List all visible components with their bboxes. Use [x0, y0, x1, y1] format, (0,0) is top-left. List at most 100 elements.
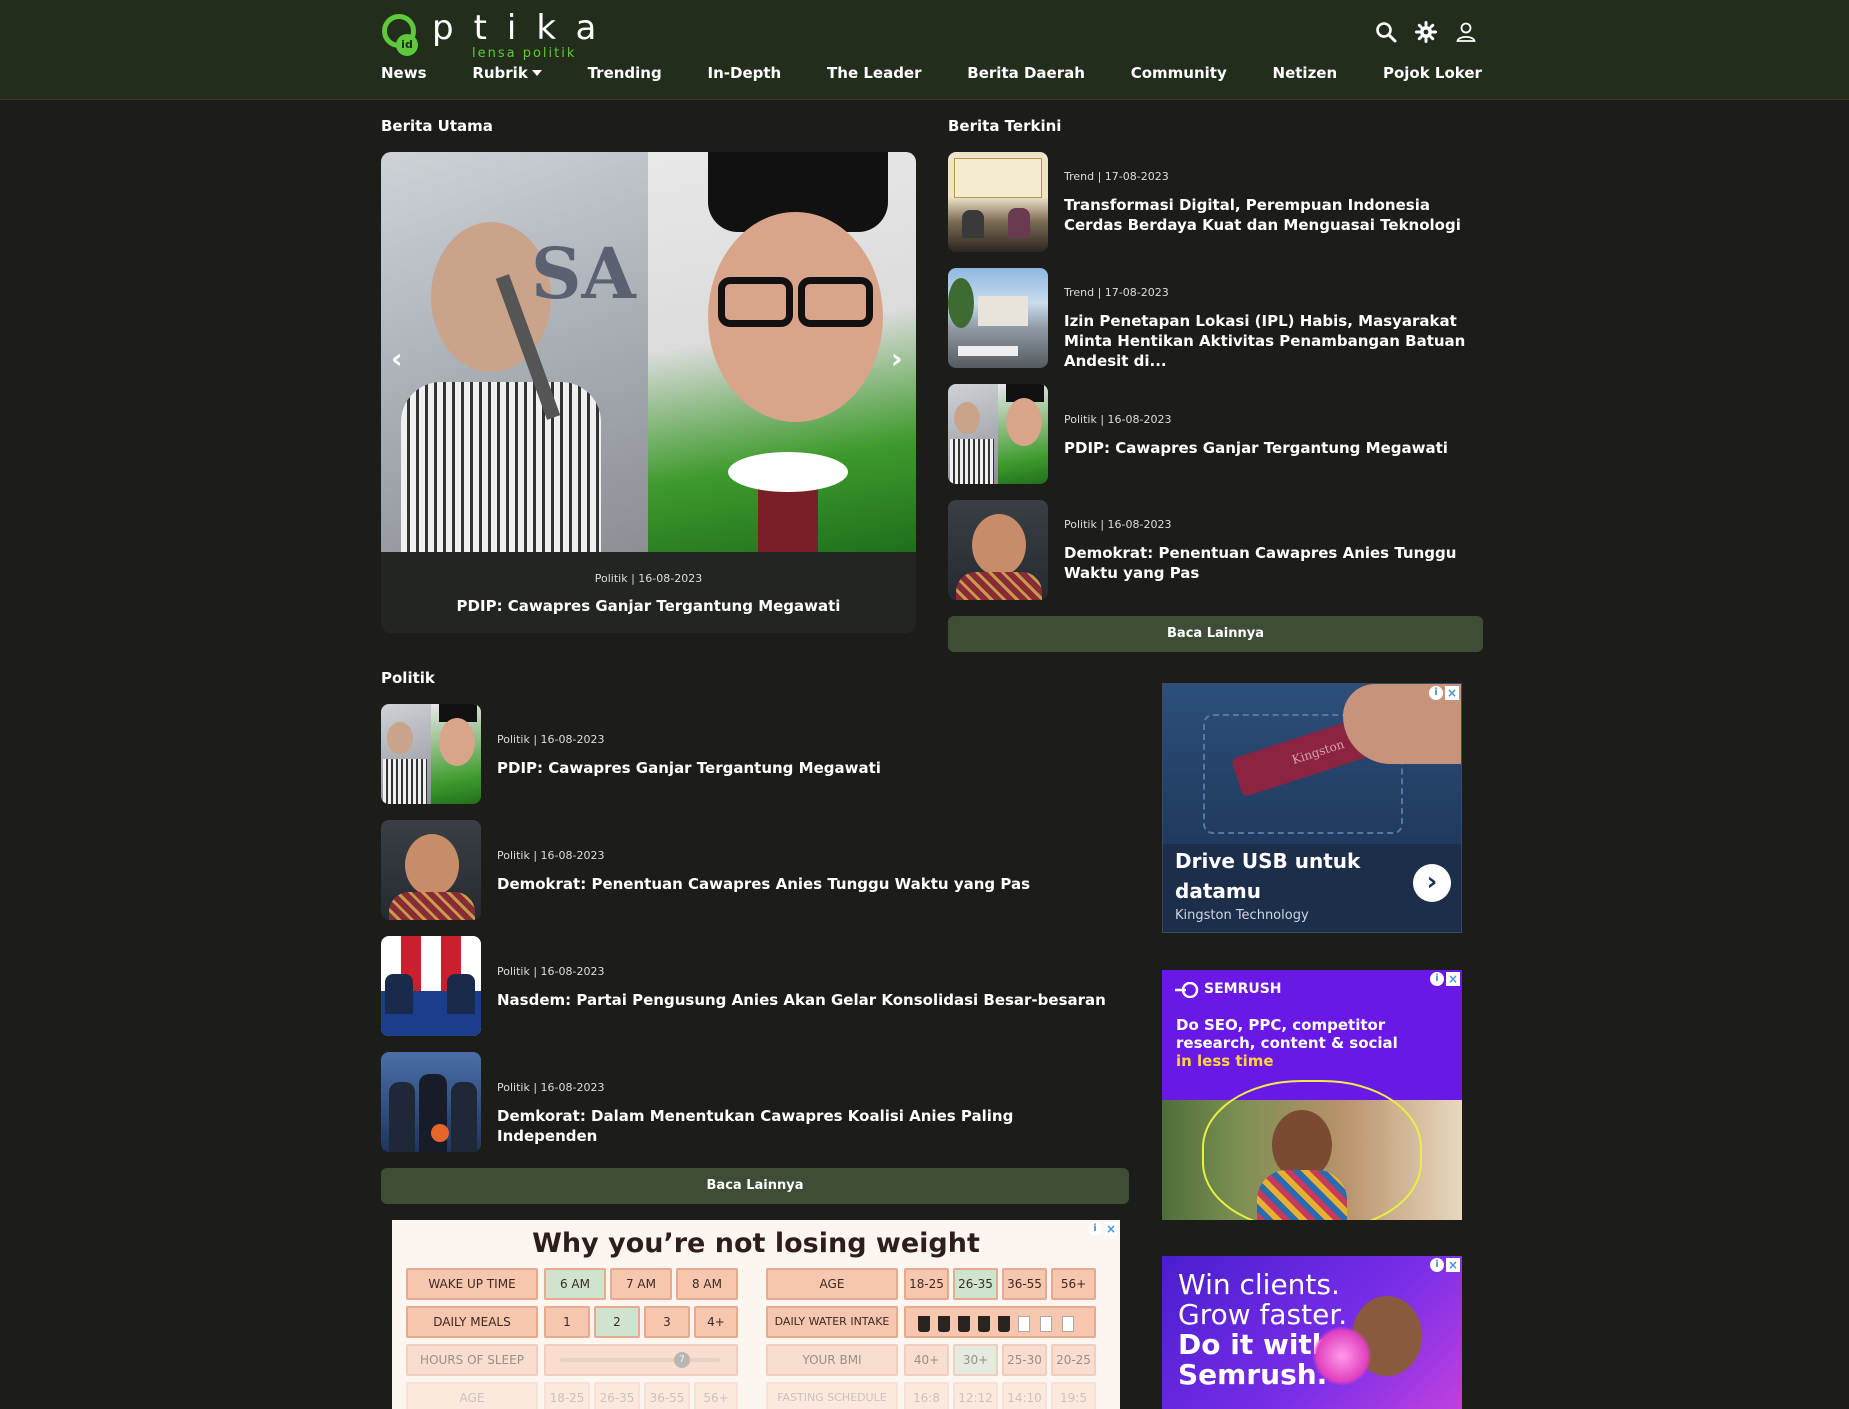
gear-icon[interactable]: [1414, 20, 1438, 44]
list-item[interactable]: Politik | 16-08-2023 Demkorat: Dalam Men…: [381, 1052, 1129, 1152]
politik-more-button[interactable]: Baca Lainnya: [381, 1168, 1129, 1204]
article-title[interactable]: Nasdem: Partai Pengusung Anies Akan Gela…: [497, 990, 1117, 1010]
option-age-left-4[interactable]: 56+: [694, 1382, 738, 1409]
nav-netizen[interactable]: Netizen: [1273, 64, 1338, 92]
ad-info-icon[interactable]: i: [1430, 1258, 1444, 1272]
article-thumbnail: [948, 384, 1048, 484]
kingston-ad[interactable]: Kingston i × Drive USB untuk datamu King…: [1162, 683, 1462, 933]
article-thumbnail: [948, 268, 1048, 368]
ad-info-icon[interactable]: i: [1430, 972, 1444, 986]
grid-label-age: AGE: [766, 1268, 898, 1300]
kingston-ad-image: Kingston: [1163, 684, 1461, 844]
semrush-ad-2[interactable]: i × Win clients. Grow faster. Do it with…: [1162, 1256, 1462, 1409]
semrush-ad-text: Do SEO, PPC, competitor research, conten…: [1176, 1016, 1398, 1052]
article-thumbnail: [381, 704, 481, 804]
article-thumbnail: [948, 500, 1048, 600]
ad-close-icon[interactable]: ×: [1446, 1258, 1460, 1272]
logo-word: ptika: [432, 8, 617, 48]
option-age-4[interactable]: 56+: [1051, 1268, 1096, 1300]
grid-label-daily-meals: DAILY MEALS: [406, 1306, 538, 1338]
ad-close-icon[interactable]: ×: [1445, 686, 1459, 700]
article-title[interactable]: PDIP: Cawapres Ganjar Tergantung Megawat…: [1064, 438, 1474, 458]
article-thumbnail: [948, 152, 1048, 252]
semrush-brand: SEMRUSH: [1204, 981, 1282, 997]
article-meta: Trend | 17-08-2023: [1064, 170, 1169, 183]
option-bmi-4[interactable]: 20-25: [1051, 1344, 1096, 1376]
option-fasting-2[interactable]: 12:12: [953, 1382, 998, 1409]
semrush-ad[interactable]: i × SEMRUSH Do SEO, PPC, competitor rese…: [1162, 970, 1462, 1220]
site-logo[interactable]: id ptika lensa politik: [380, 8, 600, 61]
sleep-slider-handle[interactable]: 7: [674, 1352, 690, 1368]
option-7am[interactable]: 7 AM: [610, 1268, 672, 1300]
option-age-1[interactable]: 18-25: [904, 1268, 949, 1300]
option-6am[interactable]: 6 AM: [544, 1268, 606, 1300]
semrush2-line-4: Semrush.: [1178, 1358, 1328, 1391]
article-title[interactable]: Izin Penetapan Lokasi (IPL) Habis, Masya…: [1064, 311, 1474, 371]
ad-info-icon[interactable]: i: [1429, 686, 1443, 700]
ad-controls: i ×: [1430, 1258, 1460, 1272]
article-title[interactable]: Demokrat: Penentuan Cawapres Anies Tungg…: [1064, 543, 1474, 583]
option-age-left-1[interactable]: 18-25: [544, 1382, 590, 1409]
semrush-logo-icon: [1175, 982, 1199, 998]
option-fasting-3[interactable]: 14:10: [1002, 1382, 1047, 1409]
semrush2-line-1: Win clients.: [1178, 1268, 1340, 1301]
article-title[interactable]: Demokrat: Penentuan Cawapres Anies Tungg…: [497, 874, 1117, 894]
list-item[interactable]: Politik | 16-08-2023 Nasdem: Partai Peng…: [381, 936, 1129, 1036]
grid-label-sleep: HOURS OF SLEEP: [406, 1344, 538, 1376]
nav-news[interactable]: News: [381, 64, 427, 92]
list-item[interactable]: Politik | 16-08-2023 PDIP: Cawapres Ganj…: [948, 384, 1483, 484]
article-meta: Politik | 16-08-2023: [497, 733, 605, 746]
list-item[interactable]: Politik | 16-08-2023 Demokrat: Penentuan…: [381, 820, 1129, 920]
berita-terkini-more-button[interactable]: Baca Lainnya: [948, 616, 1483, 652]
hero-article-card[interactable]: SA ‹ › Politik | 16-08-2023 PDIP: Cawapr…: [381, 152, 916, 633]
semrush-ad-photo: [1162, 1080, 1462, 1220]
option-bmi-2[interactable]: 30+: [953, 1344, 998, 1376]
search-icon[interactable]: [1374, 20, 1398, 44]
option-age-3[interactable]: 36-55: [1002, 1268, 1047, 1300]
berita-utama-heading: Berita Utama: [381, 117, 493, 135]
article-meta: Politik | 16-08-2023: [497, 849, 605, 862]
nav-community[interactable]: Community: [1131, 64, 1227, 92]
water-intake-cups[interactable]: [904, 1306, 1096, 1338]
ad-close-icon[interactable]: ×: [1446, 972, 1460, 986]
article-title[interactable]: Transformasi Digital, Perempuan Indonesi…: [1064, 195, 1474, 235]
grid-label-bmi: YOUR BMI: [766, 1344, 898, 1376]
grid-label-water: DAILY WATER INTAKE: [766, 1306, 898, 1338]
nav-pojok-loker[interactable]: Pojok Loker: [1383, 64, 1482, 92]
option-bmi-1[interactable]: 40+: [904, 1344, 949, 1376]
option-8am[interactable]: 8 AM: [676, 1268, 738, 1300]
nav-berita-daerah[interactable]: Berita Daerah: [967, 64, 1085, 92]
option-meals-1[interactable]: 1: [544, 1306, 590, 1338]
option-age-left-2[interactable]: 26-35: [594, 1382, 640, 1409]
option-meals-4plus[interactable]: 4+: [694, 1306, 738, 1338]
option-fasting-1[interactable]: 16:8: [904, 1382, 949, 1409]
hero-prev-arrow-icon[interactable]: ‹: [391, 342, 403, 375]
weight-ad[interactable]: i × Why you’re not losing weight WAKE UP…: [392, 1220, 1120, 1409]
nav-trending[interactable]: Trending: [588, 64, 662, 92]
kingston-ad-title: Drive USB untuk datamu: [1175, 849, 1361, 903]
weight-ad-title: Why you’re not losing weight: [532, 1228, 980, 1259]
article-meta: Politik | 16-08-2023: [1064, 413, 1172, 426]
user-icon[interactable]: [1454, 20, 1478, 44]
hero-next-arrow-icon[interactable]: ›: [891, 342, 903, 375]
article-thumbnail: [381, 936, 481, 1036]
option-meals-2[interactable]: 2: [594, 1306, 640, 1338]
option-fasting-4[interactable]: 19:5: [1051, 1382, 1096, 1409]
nav-the-leader[interactable]: The Leader: [827, 64, 921, 92]
nav-in-depth[interactable]: In-Depth: [708, 64, 782, 92]
article-meta: Politik | 16-08-2023: [1064, 518, 1172, 531]
chevron-right-icon[interactable]: ›: [1413, 864, 1451, 902]
option-bmi-3[interactable]: 25-30: [1002, 1344, 1047, 1376]
sleep-slider[interactable]: 7: [544, 1344, 738, 1376]
option-age-left-3[interactable]: 36-55: [644, 1382, 690, 1409]
article-title[interactable]: Demkorat: Dalam Menentukan Cawapres Koal…: [497, 1106, 1117, 1146]
nav-rubrik[interactable]: Rubrik: [472, 64, 542, 92]
list-item[interactable]: Trend | 17-08-2023 Izin Penetapan Lokasi…: [948, 268, 1483, 371]
option-age-2[interactable]: 26-35: [953, 1268, 998, 1300]
article-title[interactable]: PDIP: Cawapres Ganjar Tergantung Megawat…: [497, 758, 1117, 778]
option-meals-3[interactable]: 3: [644, 1306, 690, 1338]
hero-title[interactable]: PDIP: Cawapres Ganjar Tergantung Megawat…: [381, 597, 916, 615]
list-item[interactable]: Politik | 16-08-2023 Demokrat: Penentuan…: [948, 500, 1483, 600]
list-item[interactable]: Trend | 17-08-2023 Transformasi Digital,…: [948, 152, 1483, 252]
list-item[interactable]: Politik | 16-08-2023 PDIP: Cawapres Ganj…: [381, 704, 1129, 804]
